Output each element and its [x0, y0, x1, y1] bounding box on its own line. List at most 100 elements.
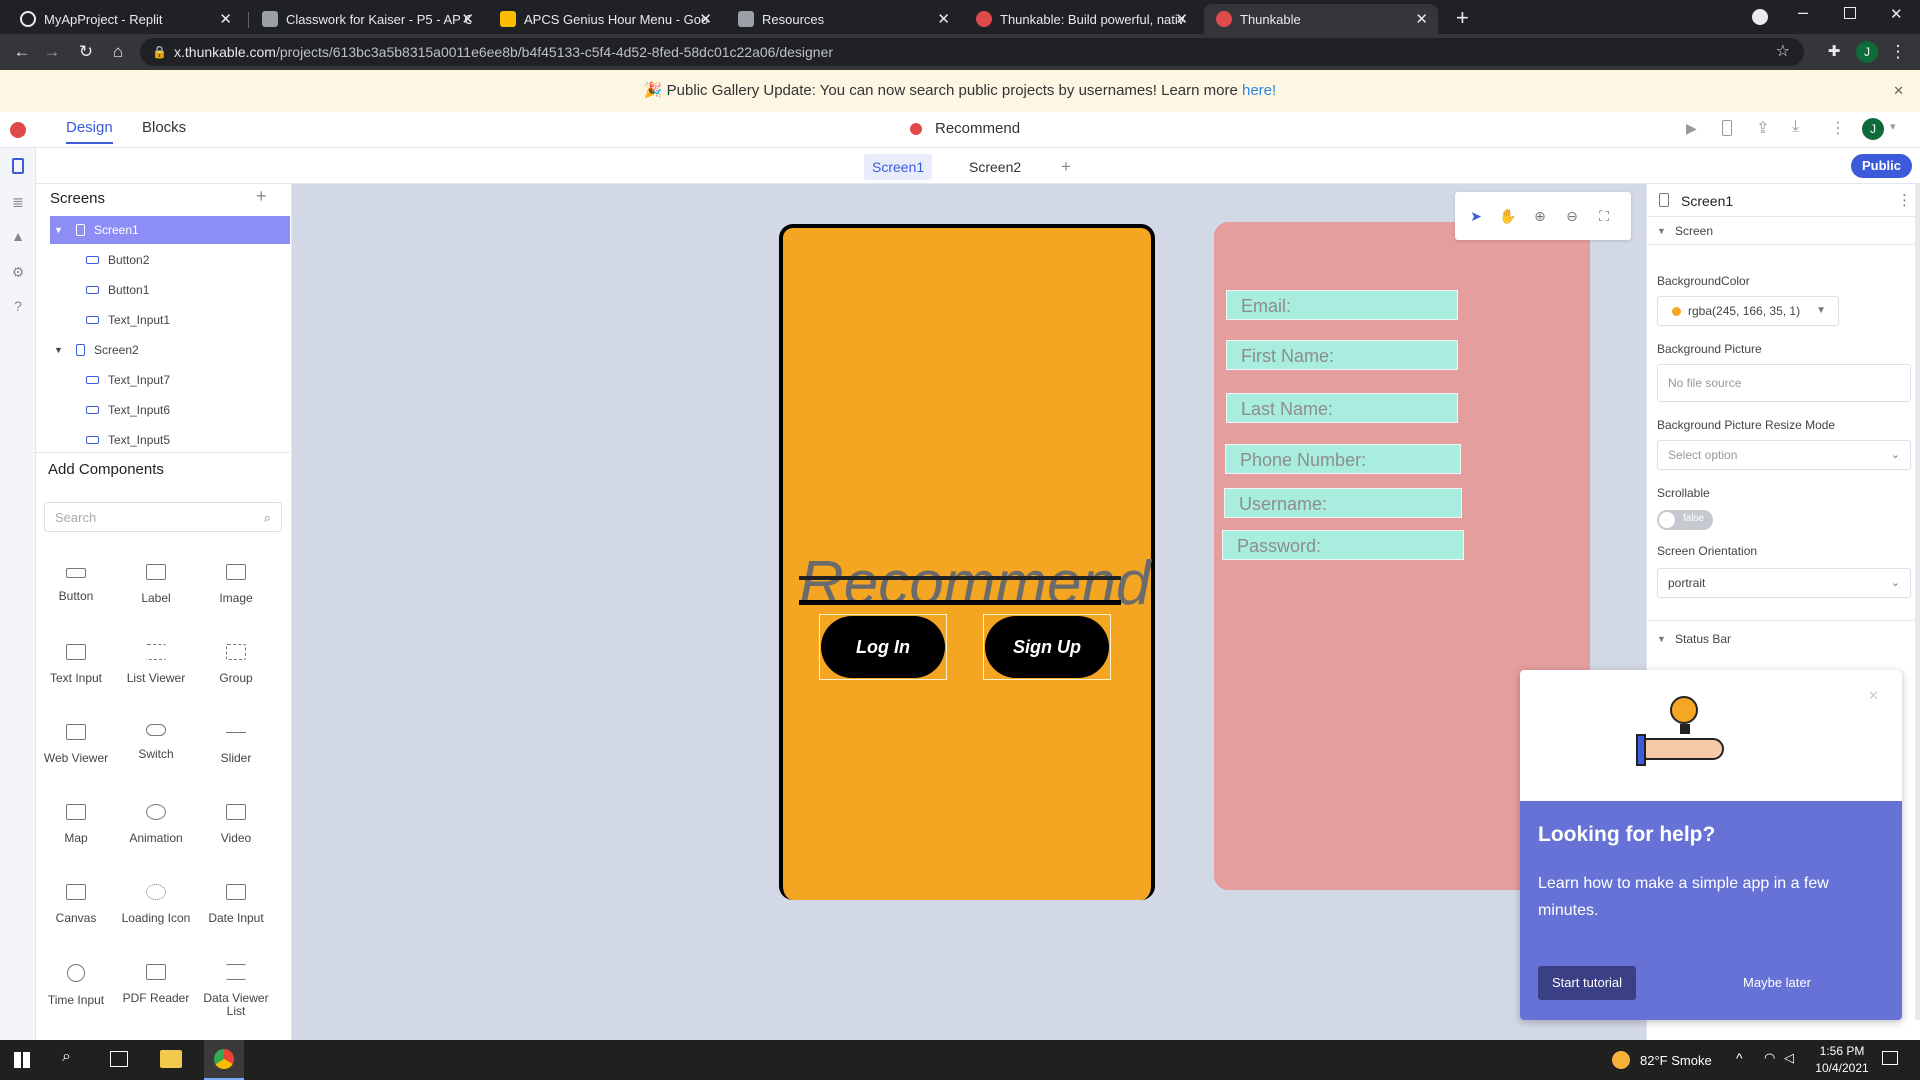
browser-tab[interactable]: MyApProject - Replit ✕ [8, 4, 242, 34]
component-video[interactable]: Video [196, 804, 276, 845]
bgpic-input[interactable]: No file source [1657, 364, 1911, 402]
tree-item-screen1[interactable]: ▼ Screen1 [50, 216, 290, 244]
help-icon[interactable]: ? [10, 298, 26, 314]
notifications-icon[interactable] [1882, 1051, 1898, 1065]
close-tab-icon[interactable]: ✕ [937, 10, 950, 28]
component-text-input[interactable]: Text Input [36, 644, 116, 685]
component-data-viewer-list[interactable]: Data Viewer List [196, 964, 276, 1018]
caret-down-icon[interactable]: ▼ [54, 336, 63, 364]
caret-down-icon[interactable]: ▼ [54, 216, 63, 244]
play-icon[interactable]: ▶ [1686, 120, 1697, 137]
component-label[interactable]: Label [116, 564, 196, 605]
back-icon[interactable]: ← [12, 42, 32, 62]
section-status-bar[interactable]: Status Bar [1675, 632, 1731, 646]
reload-icon[interactable]: ↻ [76, 42, 96, 62]
minimize-icon[interactable]: – [1798, 2, 1808, 23]
component-search-input[interactable]: Search ⌕ [44, 502, 282, 532]
search-icon[interactable]: ⌕ [264, 503, 271, 533]
sign-up-button[interactable]: Sign Up [985, 616, 1109, 678]
component-map[interactable]: Map [36, 804, 116, 845]
start-tutorial-button[interactable]: Start tutorial [1538, 966, 1636, 1000]
select-pointer-icon[interactable]: ➤ [1467, 207, 1485, 225]
log-in-button[interactable]: Log In [821, 616, 945, 678]
tree-item-text-input1[interactable]: Text_Input1 [50, 306, 290, 334]
bgcolor-picker[interactable]: rgba(245, 166, 35, 1) ▼ [1657, 296, 1839, 326]
project-name[interactable]: Recommend [935, 120, 1020, 137]
chrome-taskbar-button[interactable] [204, 1040, 244, 1080]
resize-mode-select[interactable]: Select option ⌄ [1657, 440, 1911, 470]
tree-item-text-input7[interactable]: Text_Input7 [50, 366, 290, 394]
close-banner-icon[interactable]: ✕ [1893, 70, 1904, 112]
network-icon[interactable]: ◠ [1764, 1050, 1775, 1066]
close-tab-icon[interactable]: ✕ [219, 10, 232, 28]
component-web-viewer[interactable]: Web Viewer [36, 724, 116, 765]
assets-icon[interactable]: ▲ [10, 228, 26, 244]
recommend-title-label[interactable]: Recommend [799, 548, 1150, 619]
username-field[interactable]: Username: [1224, 488, 1462, 518]
close-tab-icon[interactable]: ✕ [1415, 10, 1428, 28]
add-screen-icon[interactable]: + [256, 186, 267, 207]
database-icon[interactable]: ≣ [10, 194, 26, 210]
orientation-select[interactable]: portrait ⌄ [1657, 568, 1911, 598]
task-view-icon[interactable] [110, 1051, 128, 1067]
file-explorer-icon[interactable] [160, 1050, 182, 1068]
browser-tab[interactable]: Classwork for Kaiser - P5 - AP CS ✕ [250, 4, 484, 34]
browser-tab[interactable]: APCS Genius Hour Menu - Google ✕ [488, 4, 722, 34]
new-tab-button[interactable]: + [1456, 5, 1469, 31]
download-icon[interactable]: ⤓ [1792, 118, 1799, 136]
zoom-in-icon[interactable]: ⊕ [1531, 207, 1549, 225]
thunkable-logo-icon[interactable] [10, 122, 26, 138]
component-time-input[interactable]: Time Input [36, 964, 116, 1007]
close-tab-icon[interactable]: ✕ [461, 10, 474, 28]
weather-text[interactable]: 82°F Smoke [1640, 1053, 1712, 1068]
component-image[interactable]: Image [196, 564, 276, 605]
user-avatar[interactable]: J [1862, 118, 1884, 140]
tab-screen2[interactable]: Screen2 [961, 154, 1029, 180]
clock-date[interactable]: 10/4/2021 [1812, 1061, 1872, 1075]
tree-item-text-input5[interactable]: Text_Input5 [50, 426, 290, 454]
scrollbar[interactable] [1915, 184, 1920, 1020]
first-name-field[interactable]: First Name: [1226, 340, 1458, 370]
tab-search-icon[interactable] [1752, 9, 1768, 25]
clock-time[interactable]: 1:56 PM [1812, 1044, 1872, 1058]
forward-icon[interactable]: → [42, 42, 62, 62]
component-loading-icon[interactable]: Loading Icon [116, 884, 196, 925]
hand-pan-icon[interactable]: ✋ [1499, 207, 1517, 225]
last-name-field[interactable]: Last Name: [1226, 393, 1458, 423]
chevron-down-icon[interactable]: ▾ [1890, 120, 1896, 133]
bookmark-star-icon[interactable]: ☆ [1776, 38, 1790, 66]
tree-item-text-input6[interactable]: Text_Input6 [50, 396, 290, 424]
close-tab-icon[interactable]: ✕ [699, 10, 712, 28]
tab-screen1[interactable]: Screen1 [864, 154, 933, 180]
close-window-icon[interactable]: ✕ [1890, 5, 1903, 23]
designer-canvas[interactable]: Recommend Log In Sign Up Email: First Na… [292, 184, 1646, 1040]
volume-icon[interactable]: ◁ [1784, 1050, 1794, 1066]
banner-link[interactable]: here! [1242, 82, 1276, 99]
profile-avatar[interactable]: J [1856, 41, 1878, 63]
component-slider[interactable]: Slider [196, 724, 276, 765]
tree-item-button1[interactable]: Button1 [50, 276, 290, 304]
component-date-input[interactable]: Date Input [196, 884, 276, 925]
browser-tab[interactable]: Resources ✕ [726, 4, 960, 34]
windows-start-icon[interactable] [14, 1052, 30, 1068]
more-icon[interactable]: ⋮ [1830, 118, 1846, 138]
scrollable-toggle[interactable]: false [1657, 510, 1713, 530]
share-icon[interactable]: ⇪ [1756, 118, 1769, 138]
component-button[interactable]: Button [36, 564, 116, 603]
tray-chevron-icon[interactable]: ^ [1736, 1050, 1743, 1066]
password-field[interactable]: Password: [1222, 530, 1464, 560]
public-button[interactable]: Public [1851, 154, 1913, 178]
component-canvas[interactable]: Canvas [36, 884, 116, 925]
component-group[interactable]: Group [196, 644, 276, 685]
maybe-later-button[interactable]: Maybe later [1722, 966, 1832, 1000]
search-icon[interactable]: ⌕ [62, 1048, 71, 1066]
extensions-icon[interactable]: ✚ [1824, 42, 1844, 60]
more-icon[interactable]: ⋮ [1897, 191, 1912, 209]
component-switch[interactable]: Switch [116, 724, 196, 761]
close-tab-icon[interactable]: ✕ [1175, 10, 1188, 28]
url-bar[interactable]: 🔒 x.thunkable.com/projects/613bc3a5b8315… [140, 38, 1804, 66]
phone-screen1-preview[interactable]: Recommend Log In Sign Up [779, 224, 1155, 900]
browser-tab-active[interactable]: Thunkable ✕ [1204, 4, 1438, 34]
email-field[interactable]: Email: [1226, 290, 1458, 320]
caret-down-icon[interactable]: ▼ [1657, 226, 1666, 236]
